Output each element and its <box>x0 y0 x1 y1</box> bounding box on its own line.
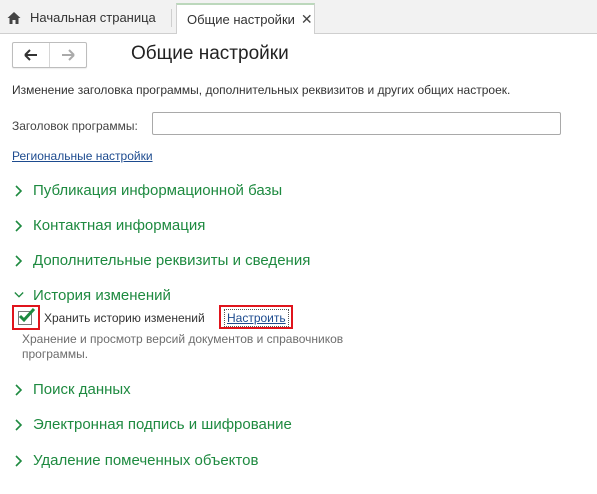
nav-buttons <box>12 42 87 68</box>
program-title-label: Заголовок программы: <box>12 119 138 133</box>
tab-general-settings[interactable]: Общие настройки ✕ <box>176 3 315 34</box>
home-icon <box>6 10 22 26</box>
section-label: Электронная подпись и шифрование <box>33 416 292 433</box>
chevron-right-icon <box>14 383 24 396</box>
section-signature[interactable]: Электронная подпись и шифрование <box>14 416 292 433</box>
section-label: Контактная информация <box>33 217 206 234</box>
section-contacts[interactable]: Контактная информация <box>14 217 205 234</box>
tab-home-label: Начальная страница <box>30 10 156 25</box>
section-label: Поиск данных <box>33 381 131 398</box>
store-history-label[interactable]: Хранить историю изменений <box>44 311 205 325</box>
regional-settings-link[interactable]: Региональные настройки <box>12 149 153 163</box>
chevron-down-icon <box>14 290 24 302</box>
page-description: Изменение заголовка программы, дополните… <box>12 83 511 97</box>
section-label: История изменений <box>33 287 171 304</box>
tab-general-settings-label: Общие настройки <box>187 12 295 27</box>
section-label: Дополнительные реквизиты и сведения <box>33 252 311 269</box>
chevron-right-icon <box>14 454 24 467</box>
section-label: Удаление помеченных объектов <box>33 452 259 469</box>
section-search[interactable]: Поиск данных <box>14 381 131 398</box>
tab-bar: Начальная страница Общие настройки ✕ <box>0 0 597 34</box>
section-history[interactable]: История изменений <box>14 287 171 304</box>
section-extra-attributes[interactable]: Дополнительные реквизиты и сведения <box>14 252 310 269</box>
history-note: Хранение и просмотр версий документов и … <box>22 332 344 361</box>
checkmark-icon <box>18 307 36 323</box>
tab-divider <box>171 9 172 27</box>
close-icon[interactable]: ✕ <box>301 11 313 28</box>
forward-arrow-icon[interactable] <box>50 43 86 67</box>
configure-link[interactable]: Настроить <box>224 309 289 327</box>
program-title-input[interactable] <box>152 112 561 135</box>
store-history-checkbox[interactable] <box>18 307 36 325</box>
section-publication[interactable]: Публикация информационной базы <box>14 182 282 199</box>
chevron-right-icon <box>14 219 24 232</box>
history-checkbox-highlight <box>12 305 40 330</box>
tab-home[interactable]: Начальная страница <box>6 3 156 32</box>
page-title: Общие настройки <box>131 43 289 64</box>
configure-link-highlight: Настроить <box>219 305 293 329</box>
chevron-right-icon <box>14 184 24 197</box>
section-label: Публикация информационной базы <box>33 182 283 199</box>
chevron-right-icon <box>14 254 24 267</box>
chevron-right-icon <box>14 418 24 431</box>
section-deletion[interactable]: Удаление помеченных объектов <box>14 452 258 469</box>
back-arrow-icon[interactable] <box>13 43 50 67</box>
